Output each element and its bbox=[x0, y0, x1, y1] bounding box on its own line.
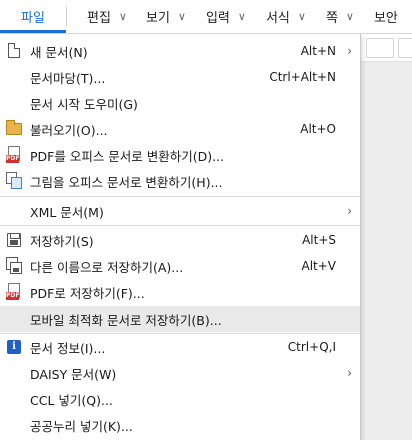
menu-item-label: 문서마당(T)... bbox=[30, 70, 106, 86]
menu-item-label: 새 문서(N) bbox=[30, 44, 88, 60]
new-document-icon bbox=[6, 42, 22, 60]
menu-item-daisy[interactable]: DAISY 문서(W) › bbox=[0, 360, 360, 386]
pdf-icon: PDF bbox=[6, 283, 22, 301]
save-icon bbox=[6, 231, 22, 249]
chevron-right-icon: › bbox=[347, 44, 352, 58]
document-area[interactable] bbox=[360, 62, 412, 440]
chevron-down-icon: ∨ bbox=[177, 10, 186, 23]
chevron-right-icon: › bbox=[347, 204, 352, 218]
menu-item-shortcut: Ctrl+Q,I bbox=[287, 340, 336, 354]
menu-insert-label: 입력 bbox=[205, 11, 230, 26]
menu-item-label: 모바일 최적화 문서로 저장하기(B)... bbox=[30, 312, 222, 328]
chevron-down-icon: ∨ bbox=[345, 10, 354, 23]
image-convert-icon bbox=[6, 172, 22, 190]
menu-view[interactable]: 보기 ∨ bbox=[146, 0, 186, 33]
menu-insert[interactable]: 입력 ∨ bbox=[206, 0, 246, 33]
menu-item-shortcut: Ctrl+Alt+N bbox=[269, 70, 336, 84]
menu-item-start-wizard[interactable]: 문서 시작 도우미(G) bbox=[0, 90, 360, 116]
menu-security-label: 보안 bbox=[373, 11, 398, 26]
menu-bar: 파일 편집 ∨ 보기 ∨ 입력 ∨ 서식 ∨ 쪽 ∨ 보안 bbox=[0, 0, 412, 34]
toolbar-dropdown[interactable] bbox=[398, 38, 412, 58]
chevron-down-icon: ∨ bbox=[297, 10, 306, 23]
menu-item-save-pdf[interactable]: PDF PDF로 저장하기(F)... bbox=[0, 279, 360, 305]
menu-item-label: 문서 정보(I)... bbox=[30, 340, 106, 356]
open-folder-icon bbox=[6, 120, 22, 138]
menu-file[interactable]: 파일 bbox=[0, 0, 66, 33]
menu-item-shortcut: Alt+S bbox=[302, 233, 336, 247]
menu-security[interactable]: 보안 bbox=[374, 0, 398, 33]
menu-item-label: 불러오기(O)... bbox=[30, 122, 108, 138]
chevron-down-icon: ∨ bbox=[237, 10, 246, 23]
menu-separator bbox=[66, 7, 67, 26]
menu-view-label: 보기 bbox=[145, 11, 170, 26]
chevron-down-icon: ∨ bbox=[118, 10, 127, 23]
menu-item-xml[interactable]: XML 문서(M) › bbox=[0, 198, 360, 224]
save-as-icon bbox=[6, 257, 22, 275]
menu-item-label: PDF로 저장하기(F)... bbox=[30, 285, 145, 301]
info-icon: i bbox=[6, 338, 22, 356]
menu-item-kogl[interactable]: 공공누리 넣기(K)... bbox=[0, 412, 360, 438]
menu-item-label: 다른 이름으로 저장하기(A)... bbox=[30, 259, 184, 275]
menu-item-shortcut: Alt+O bbox=[300, 122, 336, 136]
menu-format-label: 서식 bbox=[265, 11, 290, 26]
menu-item-label: 문서 시작 도우미(G) bbox=[30, 96, 138, 112]
menu-format[interactable]: 서식 ∨ bbox=[266, 0, 306, 33]
menu-item-doc-info[interactable]: i 문서 정보(I)... Ctrl+Q,I bbox=[0, 334, 360, 360]
menu-item-open[interactable]: 불러오기(O)... Alt+O bbox=[0, 116, 360, 142]
menu-item-label: 그림을 오피스 문서로 변환하기(H)... bbox=[30, 174, 223, 190]
menu-item-save-mobile[interactable]: 모바일 최적화 문서로 저장하기(B)... bbox=[0, 306, 360, 332]
chevron-right-icon: › bbox=[347, 366, 352, 380]
menu-item-label: 공공누리 넣기(K)... bbox=[30, 418, 133, 434]
menu-item-label: 저장하기(S) bbox=[30, 233, 94, 249]
menu-edit-label: 편집 bbox=[87, 11, 111, 26]
menu-item-label: XML 문서(M) bbox=[30, 204, 104, 220]
menu-edit[interactable]: 편집 ∨ bbox=[87, 0, 127, 33]
menu-item-templates[interactable]: 문서마당(T)... Ctrl+Alt+N bbox=[0, 64, 360, 90]
menu-item-label: PDF를 오피스 문서로 변환하기(D)... bbox=[30, 148, 225, 164]
menu-divider bbox=[0, 196, 360, 197]
menu-item-label: DAISY 문서(W) bbox=[30, 366, 117, 382]
menu-item-save-as[interactable]: 다른 이름으로 저장하기(A)... Alt+V bbox=[0, 253, 360, 279]
menu-item-ccl[interactable]: CCL 넣기(Q)... bbox=[0, 386, 360, 412]
menu-item-label: CCL 넣기(Q)... bbox=[30, 392, 113, 408]
menu-item-shortcut: Alt+N bbox=[300, 44, 336, 58]
menu-page-label: 쪽 bbox=[325, 11, 338, 26]
toolbar-input[interactable] bbox=[366, 38, 394, 58]
menu-item-image-convert[interactable]: 그림을 오피스 문서로 변환하기(H)... bbox=[0, 168, 360, 194]
menu-item-shortcut: Alt+V bbox=[301, 259, 336, 273]
pdf-icon: PDF bbox=[6, 146, 22, 164]
menu-page[interactable]: 쪽 ∨ bbox=[326, 0, 354, 33]
file-menu-dropdown: 새 문서(N) Alt+N › 문서마당(T)... Ctrl+Alt+N 문서… bbox=[0, 34, 361, 440]
menu-divider bbox=[0, 225, 360, 226]
menu-item-pdf-convert[interactable]: PDF PDF를 오피스 문서로 변환하기(D)... bbox=[0, 142, 360, 168]
menu-item-new-document[interactable]: 새 문서(N) Alt+N › bbox=[0, 38, 360, 64]
menu-file-label: 파일 bbox=[21, 11, 45, 26]
menu-item-save[interactable]: 저장하기(S) Alt+S bbox=[0, 227, 360, 253]
